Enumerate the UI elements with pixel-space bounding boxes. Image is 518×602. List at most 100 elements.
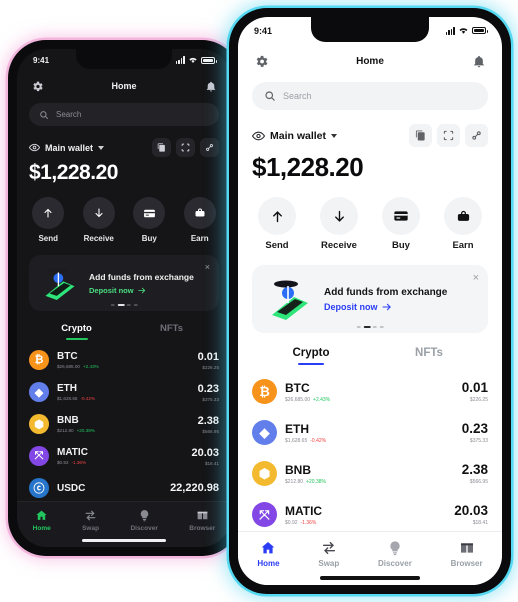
- promo-banner[interactable]: Add funds from exchange Deposit now ×: [252, 265, 488, 333]
- table-row[interactable]: ⤧ MATIC $0.92 -1.36% 20.03 $18.41: [17, 440, 231, 472]
- deposit-now-label: Deposit now: [89, 285, 134, 295]
- tab-crypto[interactable]: Crypto: [252, 347, 370, 365]
- token-symbol: ETH: [285, 421, 309, 436]
- carousel-dots[interactable]: [110, 304, 138, 306]
- buy-button[interactable]: Buy: [133, 197, 166, 243]
- deposit-now-link[interactable]: Deposit now: [89, 286, 194, 295]
- status-time: 9:41: [254, 25, 273, 36]
- notifications-bell-icon[interactable]: [472, 54, 486, 69]
- token-amount: 2.38: [461, 462, 488, 477]
- piggy-bank-icon: [444, 197, 482, 235]
- screenshot-stage: 9:41 Home Search Main wallet $1,228.20 S…: [0, 0, 518, 602]
- token-change: -1.36%: [71, 460, 87, 465]
- receive-label: Receive: [321, 240, 357, 251]
- table-row[interactable]: ₿ BTC $26,685.00 +2.43% 0.01 $226.25: [238, 371, 502, 412]
- nav-browser[interactable]: Browser: [451, 540, 483, 568]
- phone-light-theme: 9:41 Home Search Main wallet $1,228.20 S…: [229, 8, 511, 594]
- tab-nfts[interactable]: NFTs: [370, 347, 488, 365]
- notifications-bell-icon[interactable]: [205, 80, 217, 93]
- home-icon: [36, 510, 47, 520]
- nav-discover[interactable]: Discover: [130, 509, 158, 532]
- token-change: -0.42%: [310, 437, 327, 444]
- exchange-illustration: [264, 273, 316, 325]
- token-change: +2.43%: [313, 396, 331, 403]
- send-button[interactable]: Send: [32, 197, 65, 243]
- cellular-signal-icon: [175, 56, 185, 64]
- receive-button[interactable]: Receive: [82, 197, 115, 243]
- receive-label: Receive: [83, 234, 114, 243]
- receive-button[interactable]: Receive: [320, 197, 358, 251]
- table-row[interactable]: ₿ BTC $26,685.00 +2.43% 0.01 $226.25: [17, 344, 231, 376]
- credit-card-icon: [382, 197, 420, 235]
- earn-button[interactable]: Earn: [444, 197, 482, 251]
- table-row[interactable]: ⬢ BNB $212.80 +20.38% 2.38 $566.95: [238, 453, 502, 494]
- exchange-illustration: [39, 262, 81, 304]
- token-symbol: MATIC: [57, 447, 88, 458]
- table-row[interactable]: ⓒ USDC 22,220.98: [17, 472, 231, 504]
- close-icon[interactable]: ×: [473, 272, 479, 284]
- arrow-right-icon: [381, 303, 391, 310]
- status-time: 9:41: [33, 55, 50, 65]
- wallet-name-label: Main wallet: [45, 142, 94, 153]
- scan-qr-icon[interactable]: [437, 124, 460, 147]
- asset-tabs: Crypto NFTs: [252, 347, 488, 365]
- settings-gear-icon[interactable]: [31, 80, 44, 93]
- phone-dark-theme: 9:41 Home Search Main wallet $1,228.20 S…: [8, 40, 240, 556]
- promo-banner[interactable]: Add funds from exchange Deposit now ×: [29, 255, 219, 311]
- settings-gear-icon[interactable]: [254, 54, 269, 69]
- nav-discover-label: Discover: [378, 559, 412, 568]
- tab-crypto[interactable]: Crypto: [29, 323, 124, 340]
- nav-home[interactable]: Home: [257, 540, 280, 568]
- search-bar[interactable]: Search: [29, 103, 219, 126]
- nav-home[interactable]: Home: [33, 509, 51, 532]
- scan-qr-icon[interactable]: [176, 138, 195, 157]
- token-value: $566.95: [469, 479, 488, 485]
- notch: [76, 49, 172, 69]
- nav-browser[interactable]: Browser: [189, 509, 215, 532]
- nav-discover[interactable]: Discover: [378, 540, 412, 568]
- btc-icon: ₿: [252, 379, 277, 404]
- status-indicators: [445, 26, 488, 35]
- deposit-now-link[interactable]: Deposit now: [324, 302, 447, 312]
- buy-button[interactable]: Buy: [382, 197, 420, 251]
- bnb-icon: ⬢: [252, 461, 277, 486]
- carousel-dots[interactable]: [356, 326, 384, 328]
- earn-button[interactable]: Earn: [183, 197, 216, 243]
- token-amount: 0.23: [197, 382, 219, 395]
- arrow-down-icon: [82, 197, 115, 229]
- nav-home-label: Home: [257, 559, 280, 568]
- nav-swap[interactable]: Swap: [82, 509, 99, 532]
- copy-address-icon[interactable]: [409, 124, 432, 147]
- wallet-selector[interactable]: Main wallet: [252, 130, 338, 142]
- close-icon[interactable]: ×: [205, 262, 210, 272]
- bulb-icon: [390, 541, 400, 556]
- search-bar[interactable]: Search: [252, 82, 488, 110]
- token-symbol: ETH: [57, 383, 77, 394]
- table-row[interactable]: ◆ ETH $1,628.65 -0.42% 0.23 $375.33: [17, 376, 231, 408]
- token-change: +2.43%: [83, 364, 99, 369]
- connect-link-icon[interactable]: [465, 124, 488, 147]
- token-change: +20.38%: [76, 428, 95, 433]
- wallet-row: Main wallet: [29, 138, 219, 157]
- table-row[interactable]: ⬢ BNB $212.80 +20.38% 2.38 $566.95: [17, 408, 231, 440]
- cellular-signal-icon: [445, 26, 455, 35]
- token-amount: 22,220.98: [170, 482, 219, 494]
- wallet-selector[interactable]: Main wallet: [29, 142, 105, 153]
- table-row[interactable]: ◆ ETH $1,628.65 -0.42% 0.23 $375.33: [238, 412, 502, 453]
- copy-address-icon[interactable]: [152, 138, 171, 157]
- tab-nfts[interactable]: NFTs: [124, 323, 219, 340]
- credit-card-icon: [133, 197, 166, 229]
- token-price: $26,685.00: [57, 364, 80, 369]
- token-change: +20.38%: [306, 478, 326, 485]
- nav-swap-label: Swap: [82, 525, 100, 532]
- token-symbol: MATIC: [285, 503, 323, 518]
- nav-swap[interactable]: Swap: [318, 540, 339, 568]
- send-button[interactable]: Send: [258, 197, 296, 251]
- token-list: ₿ BTC $26,685.00 +2.43% 0.01 $226.25 ◆ E…: [17, 344, 231, 504]
- connect-link-icon[interactable]: [200, 138, 219, 157]
- table-row[interactable]: ⤧ MATIC $0.92 -1.36% 20.03 $18.41: [238, 494, 502, 535]
- token-value: $566.95: [202, 428, 219, 434]
- token-amount: 20.03: [454, 503, 488, 518]
- token-value: $375.33: [202, 396, 219, 402]
- nav-home-label: Home: [32, 525, 51, 532]
